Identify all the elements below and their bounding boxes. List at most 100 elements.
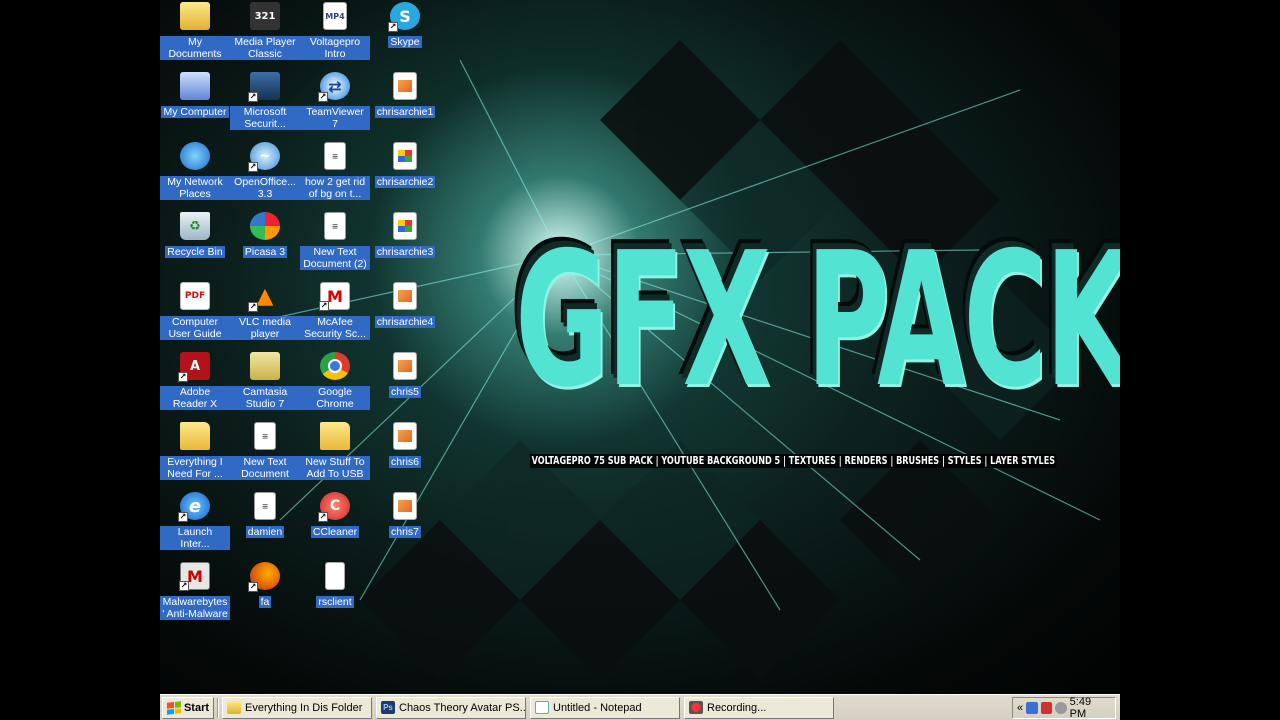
icon-label: fa: [258, 596, 272, 608]
taskbar: Start Everything In Dis Folder Ps Chaos …: [160, 694, 1120, 720]
task-button-notepad[interactable]: Untitled - Notepad: [530, 696, 680, 719]
desktop-icon-teamviewer[interactable]: ⇄ ↗ TeamViewer 7: [300, 70, 370, 136]
icon-label: McAfee Security Sc...: [300, 316, 370, 340]
desktop-icon-chris6[interactable]: chris6: [370, 420, 440, 486]
start-button[interactable]: Start: [162, 696, 214, 719]
icon-label: VLC media player: [230, 316, 300, 340]
icon-label: how 2 get rid of bg on t...: [300, 176, 370, 200]
desktop-icon-recycle-bin[interactable]: ♻ Recycle Bin: [160, 210, 230, 276]
shortcut-arrow-icon: ↗: [248, 582, 258, 592]
icon-label: Recycle Bin: [165, 246, 225, 258]
desktop-icon-malwarebytes[interactable]: M ↗ Malwarebytes' Anti-Malware: [160, 560, 230, 626]
network-globe-icon: [180, 142, 210, 170]
notepad-icon: [535, 701, 549, 714]
icon-label: chris5: [388, 386, 421, 398]
icon-label: Computer User Guide: [160, 316, 230, 340]
desktop-icon-ccleaner[interactable]: C ↗ CCleaner: [300, 490, 370, 556]
task-label: Recording...: [707, 701, 767, 714]
desktop-icon-camtasia[interactable]: Camtasia Studio 7: [230, 350, 300, 416]
folder-icon: [227, 701, 241, 714]
wallpaper-title: GFX PACK: [515, 212, 1120, 428]
image-file-icon: [393, 212, 417, 240]
desktop-icon-my-network[interactable]: My Network Places: [160, 140, 230, 206]
shortcut-arrow-icon: ↗: [178, 372, 188, 382]
icon-label: chris7: [388, 526, 421, 538]
volume-tray-icon[interactable]: [1055, 702, 1067, 714]
icon-label: Microsoft Securit...: [230, 106, 300, 130]
icon-label: chrisarchie4: [374, 316, 436, 328]
task-label: Everything In Dis Folder: [245, 701, 363, 714]
task-button-recording[interactable]: Recording...: [684, 696, 834, 719]
desktop-icon-chrome[interactable]: Google Chrome: [300, 350, 370, 416]
icon-label: Picasa 3: [242, 246, 288, 258]
clock[interactable]: 5:49 PM: [1070, 696, 1109, 720]
shortcut-arrow-icon: ↗: [248, 302, 258, 312]
firefox-icon: ↗: [248, 562, 280, 592]
system-tray: « 5:49 PM: [1012, 696, 1116, 720]
desktop-icon-fa[interactable]: ↗ fa: [230, 560, 300, 626]
start-label: Start: [183, 701, 210, 714]
desktop-icon-launch-ie[interactable]: e ↗ Launch Inter...: [160, 490, 230, 556]
icon-label: chrisarchie2: [374, 176, 436, 188]
desktop[interactable]: GFX PACK VOLTAGEPRO 75 SUB PACK | YOUTUB…: [160, 0, 1120, 694]
file-icon: [325, 562, 345, 590]
icon-label: Malwarebytes' Anti-Malware: [160, 596, 230, 620]
desktop-icon-chrisarchie4[interactable]: chrisarchie4: [370, 280, 440, 346]
desktop-icon-chris5[interactable]: chris5: [370, 350, 440, 416]
desktop-icon-vlc[interactable]: ▲ ↗ VLC media player: [230, 280, 300, 346]
security-tray-icon[interactable]: [1040, 702, 1053, 714]
shortcut-arrow-icon: ↗: [178, 512, 188, 522]
task-button-photoshop[interactable]: Ps Chaos Theory Avatar PS...: [376, 696, 526, 719]
desktop-icon-chrisarchie1[interactable]: chrisarchie1: [370, 70, 440, 136]
icon-label: TeamViewer 7: [300, 106, 370, 130]
task-button-everything-folder[interactable]: Everything In Dis Folder: [222, 696, 372, 719]
chrome-icon: [320, 352, 350, 380]
desktop-icon-new-text-document-2[interactable]: ≡ New Text Document (2): [300, 210, 370, 276]
desktop-icon-chrisarchie2[interactable]: chrisarchie2: [370, 140, 440, 206]
text-file-icon: ≡: [324, 212, 346, 240]
vlc-cone-icon: ▲ ↗: [248, 283, 274, 312]
internet-explorer-icon: e ↗: [178, 492, 210, 522]
desktop-icon-my-computer[interactable]: My Computer: [160, 70, 230, 136]
icon-label: Skype: [388, 36, 422, 48]
skype-icon: S ↗: [388, 2, 420, 32]
network-tray-icon[interactable]: [1026, 702, 1038, 714]
openoffice-icon: ~ ↗: [248, 142, 280, 172]
desktop-icon-damien[interactable]: ≡ damien: [230, 490, 300, 556]
shortcut-arrow-icon: ↗: [179, 581, 189, 591]
image-file-icon: [393, 422, 417, 450]
icon-label: Google Chrome: [300, 386, 370, 410]
shortcut-arrow-icon: ↗: [318, 512, 328, 522]
desktop-icon-everything-folder[interactable]: Everything I Need For ...: [160, 420, 230, 486]
icon-label: damien: [245, 526, 285, 538]
desktop-icon-picasa[interactable]: Picasa 3: [230, 210, 300, 276]
desktop-icon-openoffice[interactable]: ~ ↗ OpenOffice... 3.3: [230, 140, 300, 206]
malwarebytes-icon: M ↗: [179, 562, 210, 591]
shortcut-arrow-icon: ↗: [388, 22, 398, 32]
desktop-icon-mcafee[interactable]: M ↗ McAfee Security Sc...: [300, 280, 370, 346]
desktop-icon-media-player[interactable]: 321 Media Player Classic: [230, 0, 300, 66]
desktop-icon-chris7[interactable]: chris7: [370, 490, 440, 556]
recording-icon: [689, 701, 703, 714]
folder-icon: [320, 422, 350, 450]
desktop-icon-computer-guide[interactable]: PDF Computer User Guide: [160, 280, 230, 346]
windows-logo-icon: [166, 700, 181, 715]
image-file-icon: [393, 352, 417, 380]
desktop-icon-new-text-document[interactable]: ≡ New Text Document: [230, 420, 300, 486]
tray-expand-button[interactable]: «: [1017, 702, 1023, 714]
desktop-icon-microsoft-security[interactable]: ↗ Microsoft Securit...: [230, 70, 300, 136]
desktop-icon-how2[interactable]: ≡ how 2 get rid of bg on t...: [300, 140, 370, 206]
photoshop-icon: Ps: [381, 701, 395, 714]
taskbar-separator: [217, 697, 219, 718]
desktop-icon-skype[interactable]: S ↗ Skype: [370, 0, 440, 66]
desktop-icon-new-stuff[interactable]: New Stuff To Add To USB: [300, 420, 370, 486]
computer-icon: [180, 72, 210, 100]
desktop-icon-my-documents[interactable]: My Documents: [160, 0, 230, 66]
shortcut-arrow-icon: ↗: [248, 92, 258, 102]
desktop-icon-adobe-reader[interactable]: A ↗ Adobe Reader X: [160, 350, 230, 416]
desktop-icon-voltagepro-intro[interactable]: MP4 Voltageprо Intro: [300, 0, 370, 66]
desktop-icon-rsclient[interactable]: rsclient: [300, 560, 370, 626]
icon-label: Everything I Need For ...: [160, 456, 230, 480]
desktop-icon-chrisarchie3[interactable]: chrisarchie3: [370, 210, 440, 276]
picasa-icon: [250, 212, 280, 240]
